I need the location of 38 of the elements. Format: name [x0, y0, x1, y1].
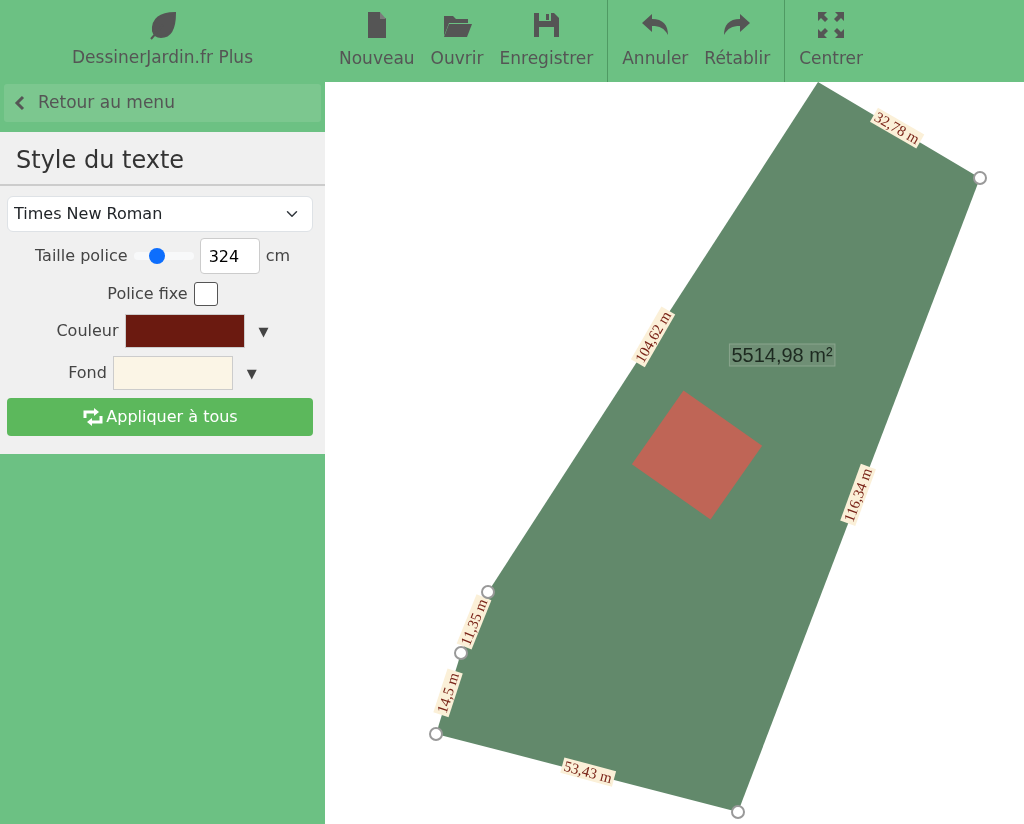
dropdown-arrow[interactable]: ▼ — [246, 363, 257, 384]
unit-label: cm — [265, 245, 291, 268]
garden-plot[interactable] — [436, 82, 980, 812]
length-label: 53,43 m — [560, 757, 617, 787]
length-label: 14,5 m — [433, 668, 463, 718]
vertex-handle[interactable] — [429, 727, 443, 741]
vertex-handle[interactable] — [731, 805, 745, 819]
color-swatch[interactable] — [124, 314, 245, 349]
apply-all-button[interactable]: Appliquer à tous — [7, 398, 313, 437]
dropdown-arrow[interactable]: ▼ — [258, 321, 269, 342]
color-swatch[interactable] — [112, 356, 233, 391]
length-label: 116,34 m — [840, 463, 876, 526]
font-size-input[interactable]: 324 — [199, 238, 260, 275]
toolbar-button[interactable]: Nouveau — [331, 0, 423, 82]
repeat-icon — [82, 408, 105, 427]
chevron-left-icon — [14, 94, 26, 111]
toolbar-button[interactable]: Ouvrir — [422, 0, 492, 82]
toolbar-button[interactable]: Enregistrer — [491, 0, 602, 82]
panel-title: Style du texte — [0, 131, 325, 187]
toolbar-button[interactable]: Centrer — [791, 0, 872, 82]
back-button[interactable]: Retour au menu — [4, 84, 321, 122]
toolbar-button[interactable]: Rétablir — [696, 0, 779, 82]
length-label: 11,35 m — [456, 594, 492, 650]
field-label: Couleur — [56, 320, 119, 343]
field-label: Fond — [68, 362, 107, 385]
vertex-handle[interactable] — [454, 646, 468, 660]
vertex-handle[interactable] — [481, 585, 495, 599]
toolbar-button[interactable]: Annuler — [614, 0, 697, 82]
expand-arrows-icon — [816, 10, 847, 41]
area-label: 5514,98 m² — [728, 343, 836, 367]
field-label: Taille police — [34, 245, 128, 268]
vertex-handle[interactable] — [973, 171, 987, 185]
length-label: 32,78 m — [870, 107, 925, 149]
font-select[interactable]: Times New Roman — [7, 196, 313, 233]
checkbox-label: Police fixe — [107, 283, 188, 306]
leaf-icon — [147, 11, 178, 42]
fixed-font-checkbox[interactable] — [193, 282, 218, 307]
app-title: DessinerJardin.fr Plus — [72, 46, 253, 70]
